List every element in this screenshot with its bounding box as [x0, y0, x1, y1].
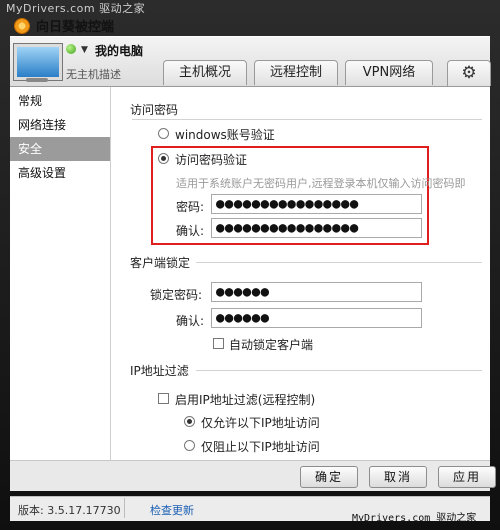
cancel-button[interactable]: 取消 — [369, 466, 427, 488]
app-title: 向日葵被控端 — [36, 20, 115, 35]
computer-name[interactable]: 我的电脑 — [95, 42, 143, 59]
tab-host-overview[interactable]: 主机概况 — [163, 60, 247, 85]
tab-vpn-network[interactable]: VPN网络 — [345, 60, 433, 85]
ip-filter-checkbox[interactable] — [158, 393, 169, 404]
monitor-stand — [26, 78, 48, 82]
access-password-hint: 适用于系统账户无密码用户,远程登录本机仅输入访问密码即 — [176, 177, 466, 190]
section-title-client-lock: 客户端锁定 — [130, 256, 191, 270]
confirm-password-label: 确认: — [176, 224, 205, 238]
confirm-password-field[interactable]: ●●●●●●●●●●●●●●●● — [211, 218, 422, 238]
lock-confirm-field[interactable]: ●●●●●● — [211, 308, 422, 328]
monitor-icon — [14, 44, 62, 80]
gear-icon: ⚙ — [461, 63, 477, 83]
sidebar-item-security[interactable]: 安全 — [10, 137, 110, 161]
ok-button[interactable]: 确定 — [300, 466, 358, 488]
ip-filter-enable-label[interactable]: 启用IP地址过滤(远程控制) — [175, 391, 315, 408]
sidebar-item-network[interactable]: 网络连接 — [10, 113, 110, 137]
section-divider — [196, 262, 482, 263]
sidebar-item-general[interactable]: 常规 — [10, 89, 110, 113]
tab-settings[interactable]: ⚙ — [447, 60, 491, 86]
status-divider — [124, 498, 125, 518]
section-title-access-password: 访问密码 — [130, 103, 179, 117]
section-divider — [196, 370, 482, 371]
radio-windows-account[interactable] — [158, 128, 169, 139]
watermark-top: MyDrivers.com 驱动之家 — [6, 2, 146, 15]
auto-lock-label[interactable]: 自动锁定客户端 — [229, 336, 313, 353]
radio-allow-ip[interactable] — [184, 416, 195, 427]
section-title-ip-filter: IP地址过滤 — [130, 364, 189, 378]
lock-password-field[interactable]: ●●●●●● — [211, 282, 422, 302]
computer-description[interactable]: 无主机描述 — [66, 66, 121, 82]
lock-password-label: 锁定密码: — [150, 288, 203, 302]
auto-lock-checkbox[interactable] — [213, 338, 224, 349]
radio-block-ip-label[interactable]: 仅阻止以下IP地址访问 — [201, 438, 320, 455]
radio-block-ip[interactable] — [184, 440, 195, 451]
apply-button[interactable]: 应用 — [438, 466, 496, 488]
tab-remote-control[interactable]: 远程控制 — [254, 60, 338, 85]
radio-windows-account-label[interactable]: windows账号验证 — [175, 126, 275, 143]
section-divider — [132, 119, 482, 120]
online-status-icon — [66, 44, 76, 54]
sidebar-item-advanced[interactable]: 高级设置 — [10, 161, 110, 185]
version-text: 版本: 3.5.17.17730 — [18, 504, 121, 517]
status-dropdown-caret-icon[interactable]: ▼ — [81, 45, 88, 55]
lock-confirm-label: 确认: — [176, 314, 205, 328]
sidebar: 常规 网络连接 安全 高级设置 — [10, 87, 111, 460]
watermark-bottom: MyDrivers.com 驱动之家 — [352, 513, 477, 524]
password-label: 密码: — [176, 200, 205, 214]
radio-allow-ip-label[interactable]: 仅允许以下IP地址访问 — [201, 414, 320, 431]
radio-access-password-label[interactable]: 访问密码验证 — [175, 151, 247, 168]
check-update-link[interactable]: 检查更新 — [150, 502, 194, 518]
sunflower-icon — [14, 18, 30, 34]
radio-access-password[interactable] — [158, 153, 169, 164]
password-field[interactable]: ●●●●●●●●●●●●●●●● — [211, 194, 422, 214]
